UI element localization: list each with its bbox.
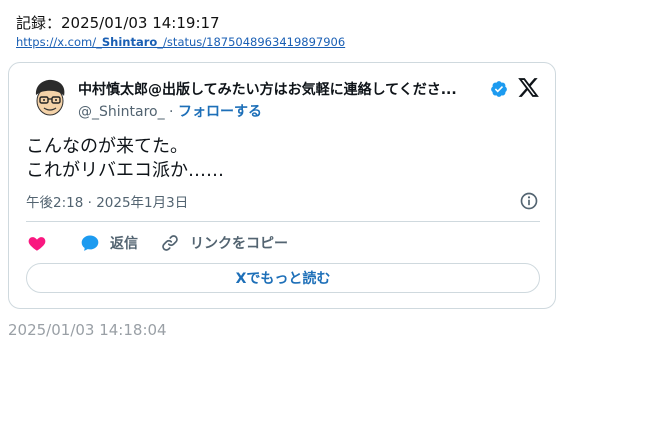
tweet-text: こんなのが来てた。 これがリバエコ派か……	[26, 135, 224, 183]
x-logo-icon[interactable]	[517, 76, 540, 99]
reply-bubble-icon	[81, 235, 99, 251]
tweet-url-prefix: https://x.com/	[16, 35, 97, 49]
copy-link-button[interactable]: リンクをコピー	[160, 233, 288, 253]
info-icon[interactable]	[519, 191, 539, 211]
author-name[interactable]: 中村慎太郎@出版してみたい方はお気軽に連絡してくださ...	[78, 79, 486, 99]
tweet-timestamp[interactable]: 午後2:18 · 2025年1月3日	[26, 191, 188, 211]
record-title: 記録：2025/01/03 14:19:17	[16, 14, 220, 32]
tweet-url-suffix: /status/1875048963419897906	[163, 35, 346, 49]
reply-button[interactable]: 返信	[80, 233, 138, 253]
tweet-text-line: こんなのが来てた。	[26, 136, 188, 157]
avatar[interactable]	[30, 77, 70, 117]
follow-link[interactable]: フォローする	[178, 104, 262, 120]
verified-badge-icon	[491, 81, 507, 97]
read-more-on-x-button[interactable]: Xでもっと読む	[26, 263, 540, 293]
tweet-text-line: これがリバエコ派か……	[26, 160, 224, 181]
tweet-url-link[interactable]: https://x.com/_Shintaro_/status/18750489…	[16, 35, 345, 49]
handle-separator: ·	[164, 104, 178, 120]
copy-link-label: リンクをコピー	[190, 236, 288, 252]
handle-line: @_Shintaro_ · フォローする	[78, 101, 262, 121]
reply-label: 返信	[110, 236, 138, 252]
saved-timestamp: 2025/01/03 14:18:04	[8, 321, 167, 339]
embedded-tweet-card[interactable]: 中村慎太郎@出版してみたい方はお気軽に連絡してくださ... @_Shintaro…	[8, 62, 556, 309]
heart-icon	[28, 237, 46, 251]
link-icon	[162, 235, 178, 251]
tweet-url-user: _Shintaro_	[96, 35, 164, 49]
author-handle[interactable]: @_Shintaro_	[78, 104, 165, 120]
divider	[26, 221, 540, 222]
like-button[interactable]	[27, 233, 47, 253]
